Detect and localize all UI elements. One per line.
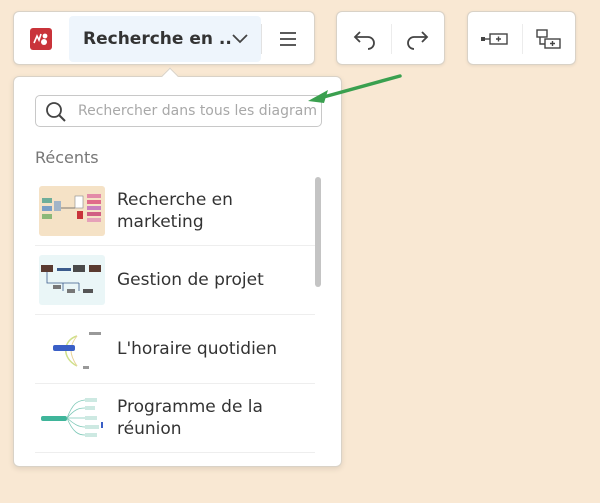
undo-icon[interactable] [350, 24, 380, 54]
annotation-arrow [306, 72, 402, 110]
diagram-thumbnail [39, 393, 105, 443]
app-logo-icon[interactable] [30, 28, 52, 50]
search-input[interactable] [78, 100, 318, 122]
hamburger-menu-icon[interactable] [276, 27, 300, 51]
divider [261, 24, 262, 54]
list-item-label: Gestion de projet [117, 270, 264, 290]
recent-diagrams-panel: Récents Recherche en [13, 67, 342, 467]
toolbar-main-group: Recherche en ... [13, 11, 315, 65]
search-icon [45, 101, 67, 127]
list-item-label: L'horaire quotidien [117, 339, 278, 359]
scrollbar-thumb[interactable] [315, 177, 321, 287]
list-item-label: Programme de la réunion [117, 397, 263, 439]
panel-pointer [161, 67, 179, 85]
diagram-thumbnail [39, 186, 105, 236]
list-item-label: Recherche en marketing [117, 190, 233, 232]
insert-topic-icon[interactable] [480, 24, 510, 54]
search-box [35, 95, 322, 127]
recent-list: Recherche en marketing Gestion de projet [35, 177, 315, 453]
diagram-thumbnail [39, 324, 105, 374]
list-item[interactable]: Gestion de projet [35, 246, 315, 315]
insert-subtopic-icon[interactable] [534, 24, 564, 54]
diagram-thumbnail [39, 255, 105, 305]
divider [522, 24, 523, 54]
recent-heading: Récents [35, 148, 99, 167]
document-title-button[interactable]: Recherche en ... [69, 16, 261, 62]
list-item[interactable]: Programme de la réunion [35, 384, 315, 453]
redo-icon[interactable] [402, 24, 432, 54]
toolbar-history-group [336, 11, 445, 65]
divider [391, 24, 392, 54]
document-title: Recherche en ... [83, 29, 233, 49]
toolbar-insert-group [467, 11, 576, 65]
list-item[interactable]: Recherche en marketing [35, 177, 315, 246]
list-item[interactable]: L'horaire quotidien [35, 315, 315, 384]
chevron-down-icon [231, 31, 249, 50]
